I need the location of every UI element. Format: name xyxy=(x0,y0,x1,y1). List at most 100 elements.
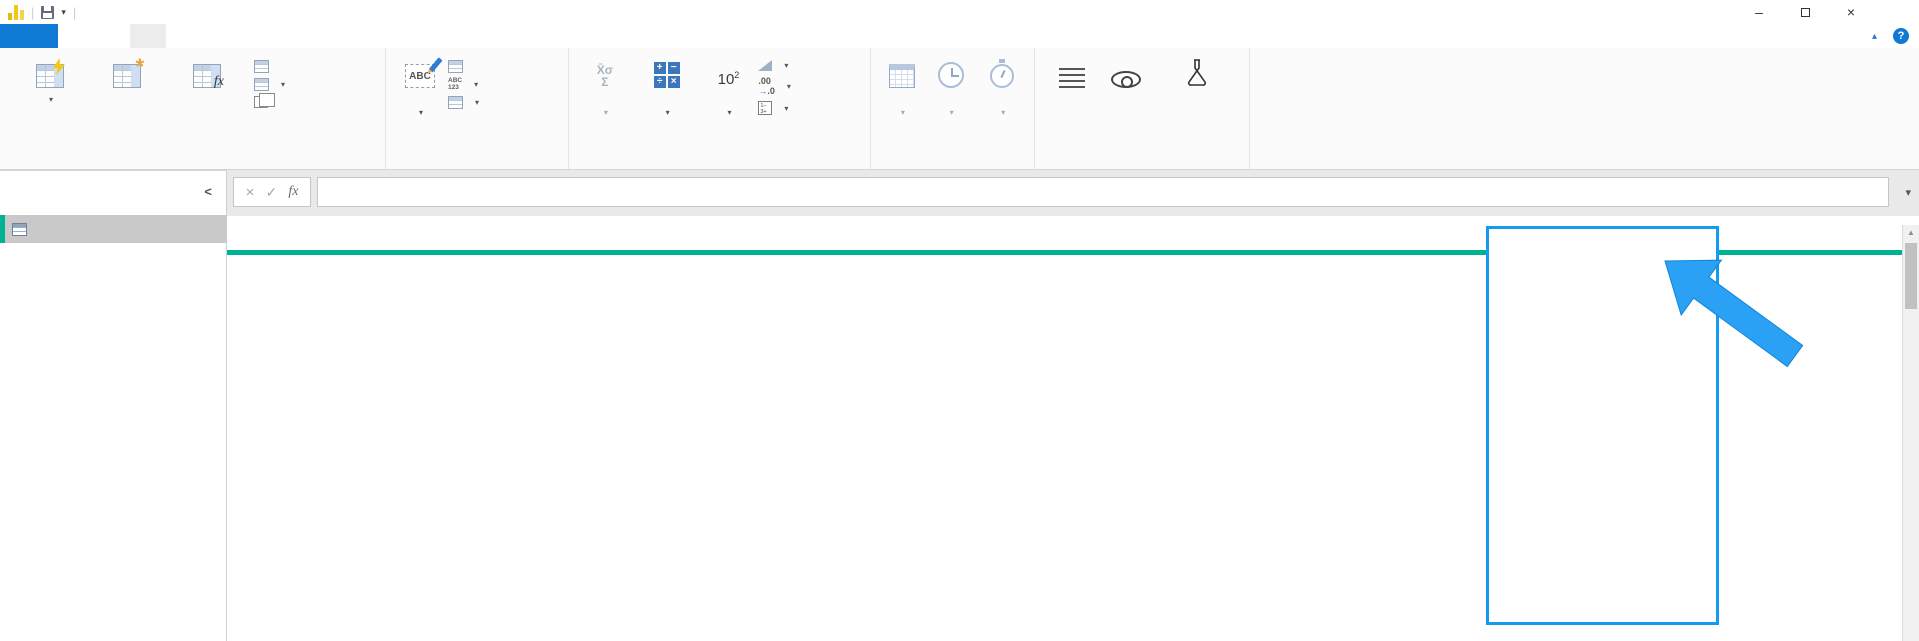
dropdown-caret-icon: ▾ xyxy=(727,108,731,117)
cancel-formula-icon[interactable]: × xyxy=(246,184,255,201)
tab-add-column[interactable] xyxy=(130,24,166,48)
vision-button[interactable] xyxy=(1102,54,1150,146)
ribbon-group-from-date-time: ▾ ▾ ▾ xyxy=(871,48,1035,169)
index-column-button[interactable]: ▾ xyxy=(254,78,376,91)
query-list-item[interactable] xyxy=(0,215,227,243)
extract-icon xyxy=(448,78,462,91)
table-lightning-icon xyxy=(33,58,67,88)
power-bi-logo-icon xyxy=(8,5,24,20)
dropdown-caret-icon: ▾ xyxy=(784,104,788,113)
maximize-button[interactable] xyxy=(1782,0,1828,24)
statistics-sigma-icon: X̄σΣ xyxy=(588,58,622,88)
tab-home[interactable] xyxy=(58,24,94,48)
dropdown-caret-icon: ▾ xyxy=(950,108,954,117)
ten-squared-icon: 102 xyxy=(711,58,745,88)
trigonometry-button[interactable]: ▾ xyxy=(758,60,866,71)
rounding-icon: .00→.0 xyxy=(758,76,775,96)
dropdown-caret-icon: ▾ xyxy=(787,82,791,91)
close-button[interactable]: × xyxy=(1828,0,1874,24)
scientific-button[interactable]: 102 ▾ xyxy=(699,54,759,146)
ribbon-group-ai-insights xyxy=(1035,48,1250,169)
dropdown-caret-icon: ▾ xyxy=(604,108,608,117)
quick-access-caret-icon[interactable]: ▾ xyxy=(61,7,66,18)
divider: | xyxy=(31,5,34,20)
invoke-custom-function-button[interactable]: fx xyxy=(160,54,254,146)
dropdown-caret-icon: ▾ xyxy=(666,108,670,117)
statistics-button[interactable]: X̄σΣ ▾ xyxy=(575,54,635,146)
conditional-column-icon xyxy=(254,60,269,73)
duplicate-column-icon xyxy=(254,96,268,108)
query-selected-accent xyxy=(0,215,5,243)
dropdown-caret-icon: ▾ xyxy=(281,80,285,89)
collapse-panel-icon[interactable]: < xyxy=(204,184,212,199)
format-abc-pencil-icon: ABC xyxy=(403,58,437,88)
calendar-icon xyxy=(885,58,919,88)
date-button[interactable]: ▾ xyxy=(877,54,927,146)
formula-bar: × ✓ fx ▾ xyxy=(227,170,1919,216)
conditional-column-button[interactable] xyxy=(254,60,376,73)
vertical-scrollbar[interactable]: ▲ xyxy=(1902,225,1919,641)
tab-view[interactable] xyxy=(166,24,202,48)
merge-columns-button[interactable] xyxy=(448,60,564,73)
text-lines-icon xyxy=(1055,58,1089,88)
stopwatch-icon xyxy=(985,58,1019,88)
collapse-ribbon-icon[interactable]: ▴ xyxy=(1872,31,1877,42)
dropdown-caret-icon: ▾ xyxy=(474,80,478,89)
parse-button[interactable]: ▾ xyxy=(448,96,564,109)
scrollbar-thumb[interactable] xyxy=(1905,243,1917,309)
dropdown-caret-icon: ▾ xyxy=(419,108,423,117)
tab-transform[interactable] xyxy=(94,24,130,48)
duplicate-column-button[interactable] xyxy=(254,96,376,108)
merge-columns-icon xyxy=(448,60,463,73)
table-fx-icon: fx xyxy=(190,58,224,88)
dropdown-caret-icon: ▾ xyxy=(49,95,53,104)
save-icon[interactable] xyxy=(41,6,54,19)
time-button[interactable]: ▾ xyxy=(927,54,975,146)
dropdown-caret-icon: ▾ xyxy=(901,108,905,117)
scroll-up-icon[interactable]: ▲ xyxy=(1903,228,1919,237)
duration-button[interactable]: ▾ xyxy=(975,54,1030,146)
custom-column-button[interactable]: * xyxy=(94,54,160,146)
tab-tools[interactable] xyxy=(202,24,238,48)
ribbon-group-from-text: ABC ▾ ▾ ▾ xyxy=(386,48,569,169)
eye-icon xyxy=(1109,58,1143,88)
help-icon[interactable]: ? xyxy=(1893,28,1909,44)
ribbon-group-general: ▾ * fx ▾ xyxy=(0,48,386,169)
triangle-icon xyxy=(758,60,772,71)
dropdown-caret-icon: ▾ xyxy=(475,98,479,107)
index-column-icon xyxy=(254,78,269,91)
minimize-button[interactable]: – xyxy=(1736,0,1782,24)
table-sparkle-icon: * xyxy=(110,58,144,88)
information-icon: 1−3+ xyxy=(758,101,772,115)
information-button[interactable]: 1−3+ ▾ xyxy=(758,101,866,115)
standard-operators-icon: +−÷× xyxy=(650,58,684,88)
query-table-icon xyxy=(12,223,27,236)
power-query-editor-window: | ▾ | – × ▴ ? xyxy=(0,0,1919,641)
column-from-examples-button[interactable]: ▾ xyxy=(6,54,94,146)
formula-input[interactable] xyxy=(317,177,1889,207)
parse-icon xyxy=(448,96,463,109)
standard-button[interactable]: +−÷× ▾ xyxy=(635,54,699,146)
queries-panel: < xyxy=(0,170,227,641)
formula-actions: × ✓ fx xyxy=(233,177,311,207)
dropdown-caret-icon: ▾ xyxy=(1001,108,1005,117)
title-bar: | ▾ | – × xyxy=(0,0,1919,24)
dropdown-caret-icon: ▾ xyxy=(784,61,788,70)
ribbon-group-from-number: X̄σΣ ▾ +−÷× ▾ 102 ▾ ▾ .00→ xyxy=(569,48,871,169)
tab-file[interactable] xyxy=(0,24,58,48)
extract-button[interactable]: ▾ xyxy=(448,78,564,91)
text-analytics-button[interactable] xyxy=(1041,54,1102,146)
rounding-button[interactable]: .00→.0 ▾ xyxy=(758,76,866,96)
tab-help[interactable] xyxy=(238,24,274,48)
expand-formula-icon[interactable]: ▾ xyxy=(1905,186,1911,199)
ribbon: ▾ * fx ▾ xyxy=(0,48,1919,170)
flask-icon xyxy=(1184,58,1210,86)
format-button[interactable]: ABC ▾ xyxy=(392,54,448,146)
divider: | xyxy=(73,5,76,20)
commit-formula-icon[interactable]: ✓ xyxy=(265,184,277,201)
fx-icon[interactable]: fx xyxy=(288,184,298,200)
azure-machine-learning-button[interactable] xyxy=(1150,54,1245,146)
ribbon-tab-row: ▴ ? xyxy=(0,24,1919,48)
clock-icon xyxy=(934,58,968,88)
pointer-arrow-annotation xyxy=(1660,256,1810,376)
